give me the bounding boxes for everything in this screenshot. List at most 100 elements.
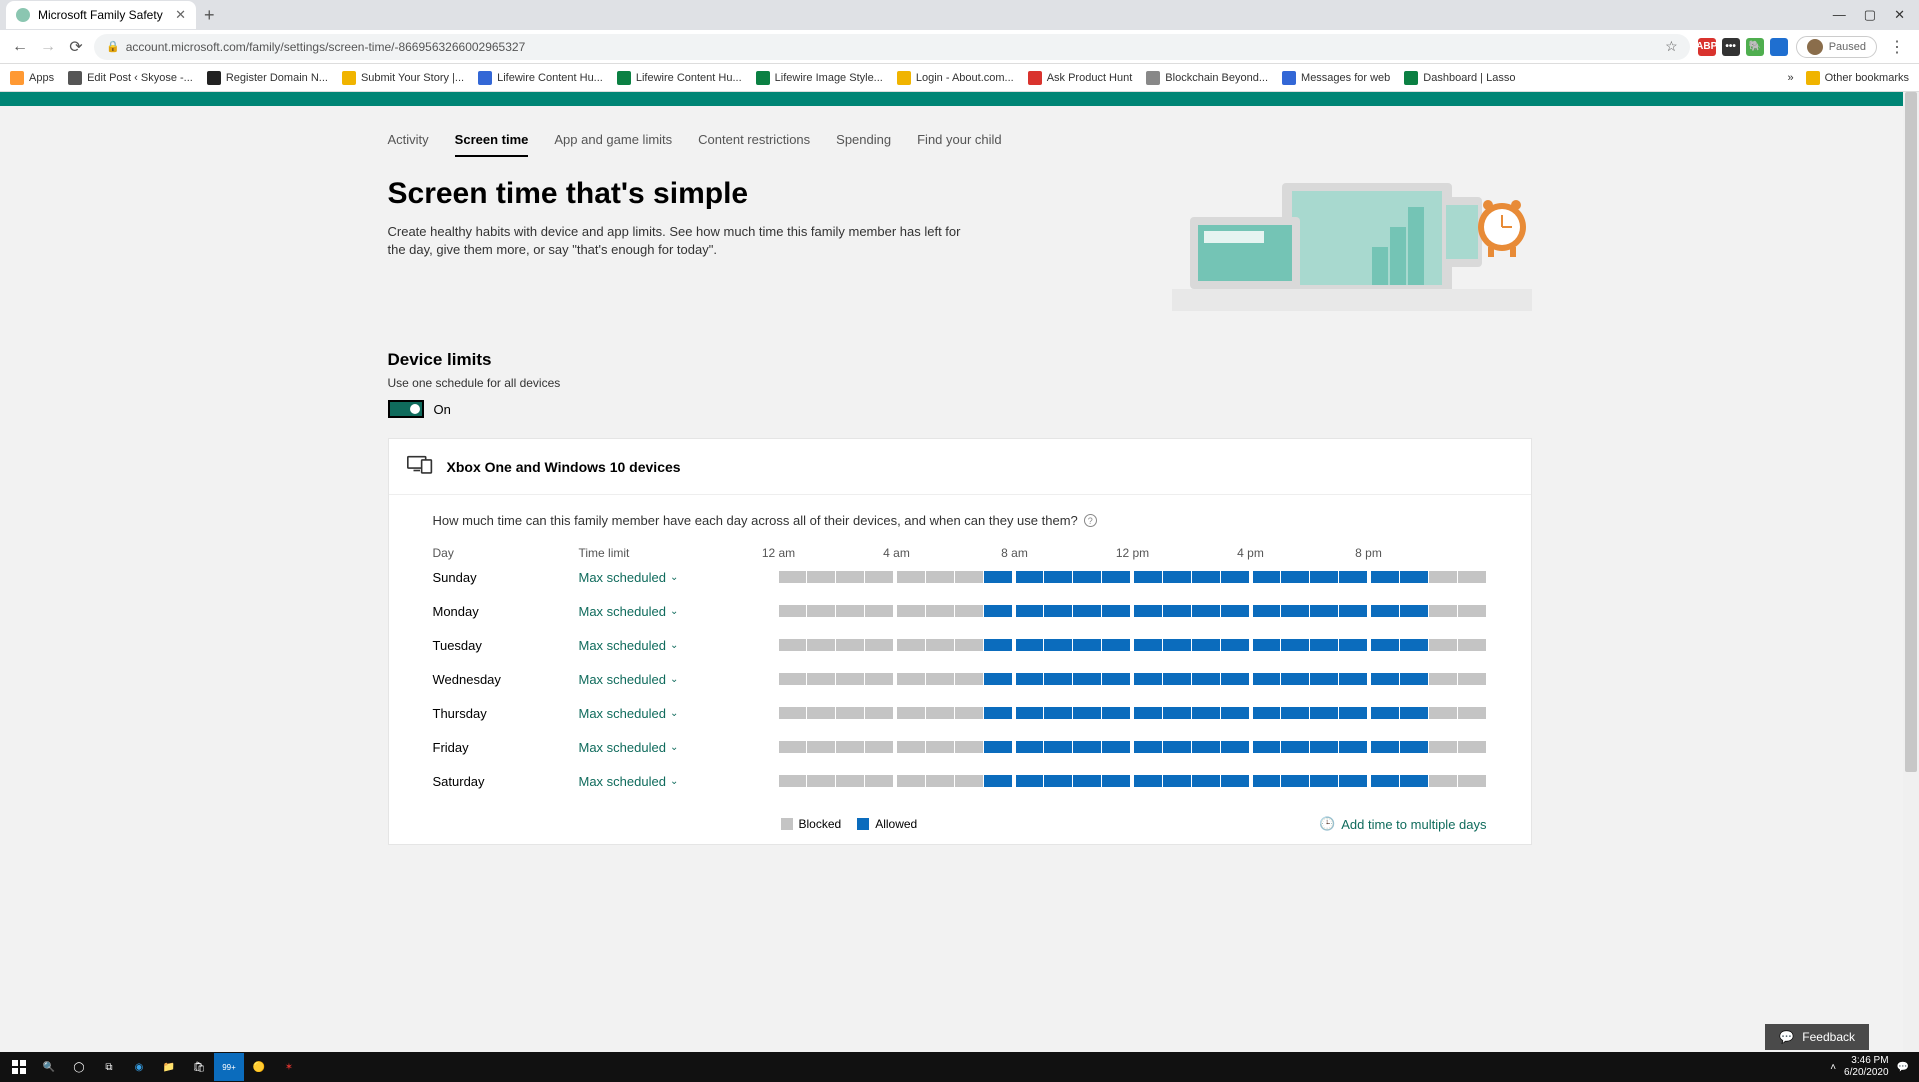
hour-blocked (807, 571, 835, 583)
extension-evernote-icon[interactable]: 🐘 (1746, 38, 1764, 56)
app-icon[interactable]: ✶ (274, 1053, 304, 1081)
chrome-icon[interactable]: 🟡 (244, 1053, 274, 1081)
chevron-down-icon: ⌄ (670, 776, 678, 787)
day-label: Thursday (433, 706, 579, 721)
time-limit-dropdown[interactable]: Max scheduled ⌄ (579, 774, 779, 789)
task-view-icon[interactable]: ⧉ (94, 1053, 124, 1081)
time-limit-dropdown[interactable]: Max scheduled⌄ (579, 638, 779, 653)
hour-blocked (836, 571, 864, 583)
tab-activity[interactable]: Activity (388, 132, 429, 157)
time-tick: 4 am (883, 546, 910, 560)
hour-bar[interactable] (779, 741, 1487, 753)
scroll-thumb[interactable] (1905, 92, 1917, 772)
bookmark-item[interactable]: Lifewire Image Style... (756, 71, 883, 85)
back-icon[interactable]: ← (10, 38, 30, 56)
tab-find-your-child[interactable]: Find your child (917, 132, 1002, 157)
tab-screen-time[interactable]: Screen time (455, 132, 529, 157)
time-limit-dropdown[interactable]: Max scheduled⌄ (579, 570, 779, 585)
edge-icon[interactable]: ◉ (124, 1053, 154, 1081)
time-limit-dropdown[interactable]: Max scheduled⌄ (579, 672, 779, 687)
vertical-scrollbar[interactable] (1903, 92, 1919, 1052)
close-window-icon[interactable]: ✕ (1894, 7, 1905, 23)
hour-blocked (897, 639, 925, 651)
hour-allowed (1073, 639, 1101, 651)
bookmark-item[interactable]: Apps (10, 71, 54, 85)
profile-paused-button[interactable]: Paused (1796, 36, 1877, 58)
bookmark-item[interactable]: Edit Post ‹ Skyose -... (68, 71, 193, 85)
time-limit-dropdown[interactable]: Max scheduled⌄ (579, 604, 779, 619)
mail-icon[interactable]: 99+ (214, 1053, 244, 1081)
hour-blocked (779, 639, 807, 651)
hour-blocked (1458, 775, 1486, 787)
new-tab-button[interactable]: + (204, 5, 215, 26)
bookmark-item[interactable]: Submit Your Story |... (342, 71, 464, 85)
schedule-toggle[interactable] (388, 400, 424, 418)
extension-ext2-icon[interactable]: ••• (1722, 38, 1740, 56)
bookmark-label: Lifewire Content Hu... (497, 72, 603, 84)
extension-abp-icon[interactable]: ABP (1698, 38, 1716, 56)
add-time-multiple-days-link[interactable]: 🕒 Add time to multiple days (1319, 816, 1486, 832)
file-explorer-icon[interactable]: 📁 (154, 1053, 184, 1081)
url-input[interactable]: 🔒 account.microsoft.com/family/settings/… (94, 34, 1690, 60)
hour-allowed (1339, 639, 1367, 651)
close-tab-icon[interactable]: ✕ (175, 7, 186, 23)
bookmark-item[interactable]: Register Domain N... (207, 71, 328, 85)
hour-blocked (1429, 775, 1457, 787)
time-tick: 8 am (1001, 546, 1028, 560)
chrome-menu-icon[interactable]: ⋮ (1885, 37, 1909, 57)
feedback-button[interactable]: 💬 Feedback (1765, 1024, 1869, 1050)
feedback-label: Feedback (1802, 1030, 1855, 1044)
hour-blocked (1429, 741, 1457, 753)
limit-label: Max scheduled (579, 774, 666, 789)
browser-tab[interactable]: Microsoft Family Safety ✕ (6, 1, 196, 29)
schedule-row: MondayMax scheduled⌄ (433, 594, 1487, 628)
hour-bar[interactable] (779, 707, 1487, 719)
time-limit-dropdown[interactable]: Max scheduled⌄ (579, 706, 779, 721)
bookmark-item[interactable]: Login - About.com... (897, 71, 1014, 85)
bookmark-item[interactable]: Lifewire Content Hu... (478, 71, 603, 85)
hour-bar[interactable] (779, 639, 1487, 651)
bookmark-item[interactable]: Ask Product Hunt (1028, 71, 1133, 85)
folder-icon (1806, 71, 1820, 85)
reload-icon[interactable]: ⟳ (66, 37, 86, 57)
hour-blocked (955, 673, 983, 685)
hour-bar[interactable] (779, 673, 1487, 685)
system-clock[interactable]: 3:46 PM 6/20/2020 (1844, 1055, 1889, 1079)
bookmarks-overflow-icon[interactable]: » (1788, 72, 1794, 84)
bookmark-item[interactable]: Dashboard | Lasso (1404, 71, 1515, 85)
store-icon[interactable]: 🛍 (184, 1053, 214, 1081)
hour-bar[interactable] (779, 605, 1487, 617)
bookmark-item[interactable]: Messages for web (1282, 71, 1390, 85)
tab-app-and-game-limits[interactable]: App and game limits (554, 132, 672, 157)
info-icon[interactable]: ? (1084, 514, 1097, 527)
other-bookmarks[interactable]: Other bookmarks (1806, 71, 1909, 85)
search-icon[interactable]: 🔍 (34, 1053, 64, 1081)
bookmark-label: Apps (29, 72, 54, 84)
hour-bar[interactable] (779, 775, 1487, 787)
bookmark-star-icon[interactable]: ☆ (1665, 38, 1678, 55)
bookmark-item[interactable]: Lifewire Content Hu... (617, 71, 742, 85)
devices-card: Xbox One and Windows 10 devices How much… (388, 438, 1532, 845)
time-limit-dropdown[interactable]: Max scheduled⌄ (579, 740, 779, 755)
hour-blocked (865, 605, 893, 617)
tab-content-restrictions[interactable]: Content restrictions (698, 132, 810, 157)
notifications-icon[interactable]: 💬 (1897, 1062, 1909, 1073)
minimize-icon[interactable]: — (1833, 7, 1846, 23)
bookmark-item[interactable]: Blockchain Beyond... (1146, 71, 1268, 85)
hour-blocked (955, 571, 983, 583)
extension-ext4-icon[interactable] (1770, 38, 1788, 56)
limit-label: Max scheduled (579, 570, 666, 585)
hour-allowed (1310, 775, 1338, 787)
site-header-banner (0, 92, 1919, 106)
tray-chevron-icon[interactable]: ˄ (1830, 1062, 1836, 1073)
start-button[interactable] (4, 1053, 34, 1081)
hour-blocked (1429, 605, 1457, 617)
cortana-icon[interactable]: ◯ (64, 1053, 94, 1081)
tab-spending[interactable]: Spending (836, 132, 891, 157)
hour-allowed (1281, 707, 1309, 719)
hour-allowed (1371, 673, 1399, 685)
maximize-icon[interactable]: ▢ (1864, 7, 1876, 23)
hour-bar[interactable] (779, 571, 1487, 583)
card-question: How much time can this family member hav… (433, 513, 1078, 528)
limit-label: Max scheduled (579, 672, 666, 687)
